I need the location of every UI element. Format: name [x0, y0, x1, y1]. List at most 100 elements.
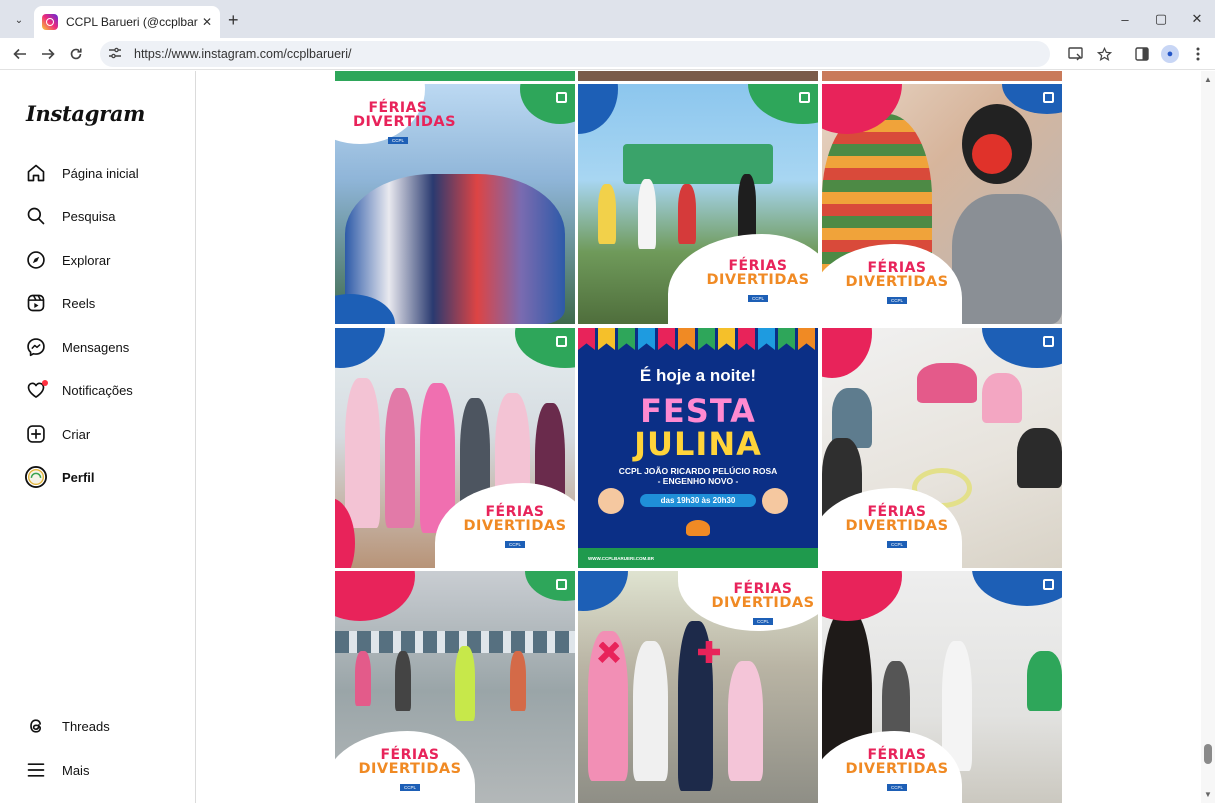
sidebar-item-reels[interactable]: Reels — [16, 283, 186, 323]
page-scrollbar[interactable]: ▲ ▼ — [1201, 71, 1215, 803]
back-button[interactable] — [10, 44, 30, 64]
sidebar-item-label: Explorar — [62, 252, 111, 268]
post-thumbnail[interactable]: FÉRIAS DIVERTIDAS CCPL — [335, 571, 575, 803]
sidebar-item-notifications[interactable]: Notificações — [16, 370, 186, 410]
kid-illustration — [762, 488, 788, 514]
search-icon — [24, 204, 48, 228]
carousel-icon — [1043, 336, 1054, 347]
festa-footer: WWW.CCPLBARUERI.COM.BR — [588, 556, 654, 561]
menu-icon — [24, 758, 48, 782]
new-tab-button[interactable]: + — [228, 10, 239, 31]
sidebar-item-profile[interactable]: Perfil — [16, 457, 186, 497]
ferias-divertidas-badge: FÉRIAS DIVERTIDAS CCPL — [353, 100, 457, 144]
heart-icon — [24, 378, 48, 402]
post-thumbnail-partial[interactable] — [335, 71, 575, 81]
scroll-up-arrow-icon[interactable]: ▲ — [1204, 75, 1212, 84]
arrow-left-icon — [13, 48, 26, 60]
close-window-button[interactable]: ✕ — [1179, 0, 1215, 38]
festa-headline: É hoje a noite! — [639, 366, 757, 385]
create-icon — [24, 422, 48, 446]
post-thumbnail[interactable]: FÉRIAS DIVERTIDAS CCPL — [822, 571, 1062, 803]
notification-dot — [42, 380, 48, 386]
sidebar-item-label: Perfil — [62, 469, 95, 485]
sidebar-item-label: Notificações — [62, 382, 133, 398]
sidebar-item-more[interactable]: Mais — [16, 750, 186, 790]
post-thumbnail-partial[interactable] — [578, 71, 818, 81]
scroll-down-arrow-icon[interactable]: ▼ — [1204, 790, 1212, 799]
sidebar-item-search[interactable]: Pesquisa — [16, 196, 186, 236]
carousel-icon — [556, 579, 567, 590]
festa-time: das 19h30 às 20h30 — [640, 494, 756, 507]
bunting-decoration — [578, 328, 818, 358]
sidebar-item-label: Reels — [62, 295, 96, 311]
arrow-right-icon — [42, 48, 55, 60]
scroll-thumb[interactable] — [1204, 744, 1212, 764]
account-icon: ● — [1161, 45, 1179, 63]
ferias-divertidas-badge: FÉRIAS DIVERTIDAS CCPL — [845, 260, 949, 304]
messenger-icon — [24, 335, 48, 359]
carousel-icon — [1043, 579, 1054, 590]
tab-search-button[interactable]: ⌄ — [8, 9, 30, 31]
post-thumbnail[interactable]: FÉRIAS DIVERTIDAS CCPL — [578, 84, 818, 324]
bonfire-illustration — [686, 520, 710, 536]
julina-title: JULINA — [634, 425, 762, 463]
sidebar-item-label: Mensagens — [62, 339, 130, 355]
reload-icon — [70, 48, 82, 60]
sidebar-item-threads[interactable]: Threads — [16, 706, 186, 746]
minimize-button[interactable]: – — [1107, 0, 1143, 38]
ferias-divertidas-badge: FÉRIAS DIVERTIDAS CCPL — [845, 747, 949, 791]
carousel-icon — [556, 92, 567, 103]
sidebar-item-home[interactable]: Página inicial — [16, 153, 186, 193]
browser-toolbar: https://www.instagram.com/ccplbarueri/ ● — [0, 38, 1215, 70]
window-controls: – ▢ ✕ — [1107, 0, 1215, 38]
post-thumbnail-partial[interactable] — [822, 71, 1062, 81]
carousel-icon — [1043, 92, 1054, 103]
profile-avatar-button[interactable]: ● — [1160, 44, 1180, 64]
post-thumbnail[interactable]: FÉRIAS DIVERTIDAS CCPL — [822, 84, 1062, 324]
instagram-favicon-icon — [42, 14, 58, 30]
post-thumbnail[interactable]: FÉRIAS DIVERTIDAS CCPL — [335, 328, 575, 568]
sidebar-item-label: Threads — [62, 718, 110, 734]
post-thumbnail[interactable]: FÉRIAS DIVERTIDAS CCPL — [822, 328, 1062, 568]
festa-venue: CCPL JOÃO RICARDO PELÚCIO ROSA - ENGENHO… — [618, 466, 778, 486]
tab-title: CCPL Barueri (@ccplbarueri) • F — [66, 15, 198, 29]
side-panel-icon[interactable] — [1132, 44, 1152, 64]
compass-icon — [24, 248, 48, 272]
bookmark-star-icon[interactable] — [1094, 44, 1114, 64]
sidebar-item-label: Criar — [62, 426, 91, 442]
browser-titlebar: ⌄ CCPL Barueri (@ccplbarueri) • F ✕ + – … — [0, 0, 1215, 38]
reload-button[interactable] — [66, 44, 86, 64]
profile-avatar — [24, 465, 48, 489]
sidebar-item-label: Mais — [62, 762, 90, 778]
sidebar-item-explore[interactable]: Explorar — [16, 240, 186, 280]
ferias-divertidas-badge: FÉRIAS DIVERTIDAS CCPL — [463, 504, 567, 548]
site-settings-icon[interactable] — [108, 47, 126, 62]
carousel-icon — [799, 92, 810, 103]
post-thumbnail[interactable]: FÉRIAS DIVERTIDAS CCPL — [335, 84, 575, 324]
sidebar-item-messages[interactable]: Mensagens — [16, 327, 186, 367]
profile-posts-grid: FÉRIAS DIVERTIDAS CCPL FÉRIAS DIVERTIDAS… — [197, 71, 1201, 803]
browser-menu-icon[interactable] — [1188, 44, 1208, 64]
forward-button[interactable] — [38, 44, 58, 64]
ferias-divertidas-badge: FÉRIAS DIVERTIDAS CCPL — [845, 504, 949, 548]
ferias-divertidas-badge: FÉRIAS DIVERTIDAS CCPL — [706, 258, 810, 302]
sidebar-item-label: Página inicial — [62, 165, 139, 181]
tab-close-icon[interactable]: ✕ — [202, 15, 212, 29]
post-thumbnail[interactable]: FÉRIAS DIVERTIDAS CCPL — [578, 571, 818, 803]
sidebar-item-create[interactable]: Criar — [16, 414, 186, 454]
address-bar[interactable]: https://www.instagram.com/ccplbarueri/ — [100, 41, 1050, 67]
url-text: https://www.instagram.com/ccplbarueri/ — [134, 47, 352, 61]
sidebar-item-label: Pesquisa — [62, 208, 116, 224]
post-thumbnail-festa-julina[interactable]: É hoje a noite! FESTA JULINA CCPL JOÃO R… — [578, 328, 818, 568]
kid-illustration — [598, 488, 624, 514]
instagram-sidebar: Instagram Página inicial Pesquisa Explor… — [0, 71, 196, 803]
carousel-icon — [556, 336, 567, 347]
maximize-button[interactable]: ▢ — [1143, 0, 1179, 38]
instagram-logo[interactable]: Instagram — [26, 101, 145, 126]
home-icon — [24, 161, 48, 185]
cast-icon[interactable] — [1066, 44, 1086, 64]
browser-tab[interactable]: CCPL Barueri (@ccplbarueri) • F ✕ — [34, 6, 220, 38]
reels-icon — [24, 291, 48, 315]
threads-icon — [24, 714, 48, 738]
carousel-icon — [799, 579, 810, 590]
